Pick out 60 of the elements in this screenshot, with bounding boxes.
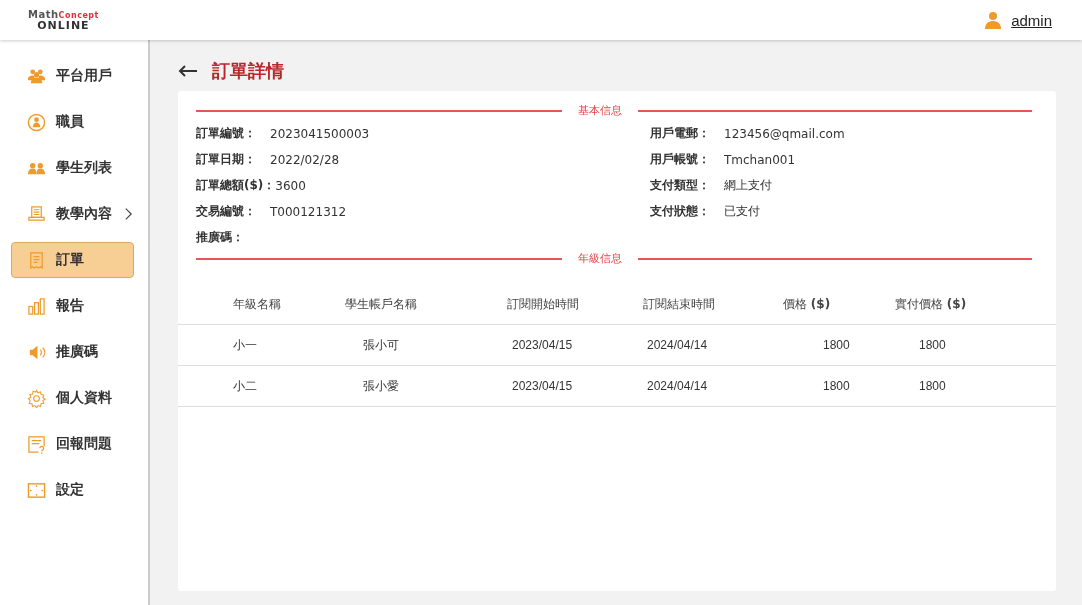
column-header: 價格 ($) <box>783 296 831 311</box>
table-cell-text: 張小愛 <box>362 378 399 393</box>
sidebar-item[interactable]: 教學內容 <box>11 196 134 232</box>
sidebar-item[interactable]: 個人資料 <box>11 380 134 416</box>
field-label: 用戶帳號： <box>650 151 711 168</box>
column-header: 學生帳戶名稱 <box>345 296 417 311</box>
column-header: 訂閱開始時間 <box>507 296 579 311</box>
field-value: 3600 <box>275 178 306 193</box>
sidebar-item[interactable]: 報告 <box>11 288 134 324</box>
field-value: Tmchan001 <box>724 152 796 167</box>
field-label: 訂單日期： <box>196 151 257 168</box>
table-cell-text: 1800 <box>918 379 946 393</box>
field-value: T000121312 <box>270 204 347 219</box>
field-label: 推廣碼： <box>196 229 245 246</box>
field-value: 網上支付 <box>724 177 772 194</box>
section-heading: 基本信息 <box>578 103 622 118</box>
receipt-icon <box>27 250 46 270</box>
table-cell-text: 2023/04/15 <box>511 338 573 352</box>
back-arrow-icon[interactable] <box>178 64 198 78</box>
sidebar-item[interactable]: 推廣碼 <box>11 334 134 370</box>
field-value: 已支付 <box>724 203 760 220</box>
field-value: 2022/02/28 <box>270 152 340 167</box>
section-heading: 年級信息 <box>578 251 622 266</box>
field-value: 123456@qmail.com <box>724 126 845 141</box>
sidebar-item[interactable]: 回報問題 <box>11 426 134 462</box>
field-label: 訂單編號： <box>196 125 257 142</box>
field-value: 2023041500003 <box>270 126 370 141</box>
column-header: 訂閱結束時間 <box>643 296 715 311</box>
table-cell-text: 2023/04/15 <box>511 379 573 393</box>
book-icon <box>27 204 46 224</box>
user-icon <box>985 11 1002 29</box>
table-cell-text: 張小可 <box>362 337 399 352</box>
report-icon <box>27 434 46 454</box>
column-header: 年級名稱 <box>233 296 281 311</box>
bar-chart-icon <box>27 296 46 316</box>
frame-icon <box>27 480 46 500</box>
table-cell-text: 2024/04/14 <box>646 338 708 352</box>
sidebar-item[interactable]: 平台用戶 <box>11 58 134 94</box>
table-cell-text: 2024/04/14 <box>646 379 708 393</box>
settings-icon <box>27 388 46 408</box>
page-title: 訂單詳情 <box>212 59 284 83</box>
sidebar-item[interactable]: 訂單 <box>11 242 134 278</box>
logo: MathConcept ONLINE <box>28 9 99 31</box>
user-link[interactable]: admin <box>1011 11 1052 29</box>
field-label: 支付狀態： <box>650 203 711 220</box>
table-cell-text: 1800 <box>822 338 850 352</box>
sidebar-item[interactable]: 職員 <box>11 104 134 140</box>
person-icon <box>27 112 46 132</box>
users-icon <box>27 66 46 86</box>
table-cell: 小二 <box>233 378 257 393</box>
field-label: 交易編號： <box>196 203 257 220</box>
sidebar-item[interactable]: 學生列表 <box>11 150 134 186</box>
field-label: 用戶電郵： <box>650 125 711 142</box>
field-label: 訂單總額($)： <box>196 177 276 194</box>
table-cell-text: 1800 <box>918 338 946 352</box>
table-cell-text: 1800 <box>822 379 850 393</box>
column-header: 實付價格 ($) <box>895 296 967 311</box>
sidebar-item[interactable]: 設定 <box>11 472 134 508</box>
table-cell: 小一 <box>233 337 257 352</box>
field-label: 支付類型： <box>650 177 711 194</box>
